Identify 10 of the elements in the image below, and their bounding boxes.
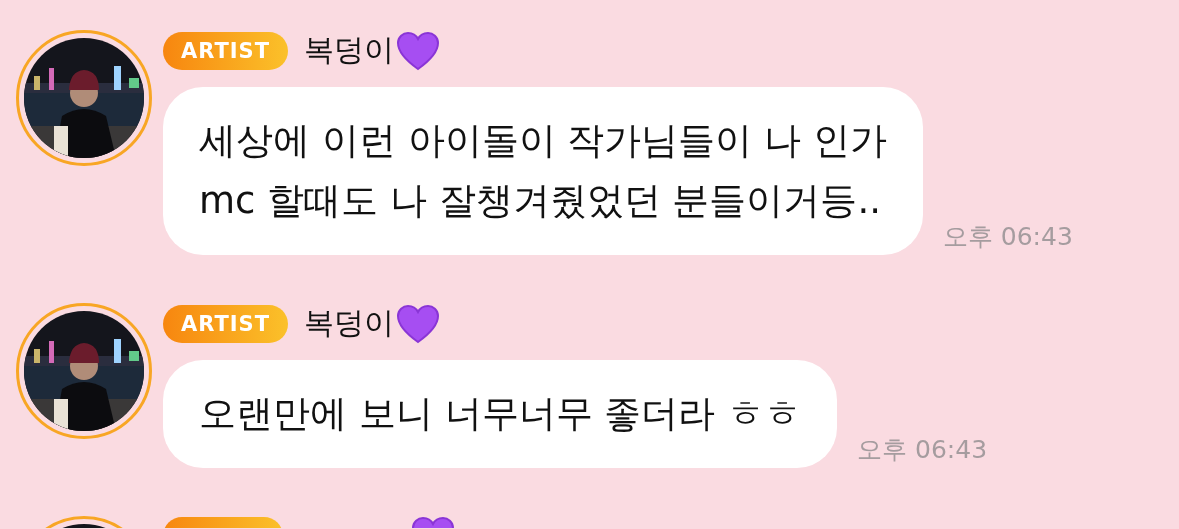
message-bubble: 오랜만에 보니 너무너무 좋더라 ㅎㅎ	[163, 360, 838, 468]
heart-icon	[396, 30, 441, 71]
message-bubble: 세상에 이런 아이돌이 작가님들이 나 인가 mc 할때도 나 잘챙겨줬었던 분들이거등..	[163, 87, 923, 255]
message-time: 오후 06:43	[942, 221, 1073, 253]
sender-name: 복덩이	[304, 304, 395, 342]
artist-badge: ARTIST	[163, 31, 289, 70]
heart-icon	[396, 303, 441, 344]
artist-badge: ARTIST	[163, 304, 289, 343]
message-time: 오후 06:43	[857, 434, 988, 466]
sender-name: 복덩이	[304, 31, 395, 69]
